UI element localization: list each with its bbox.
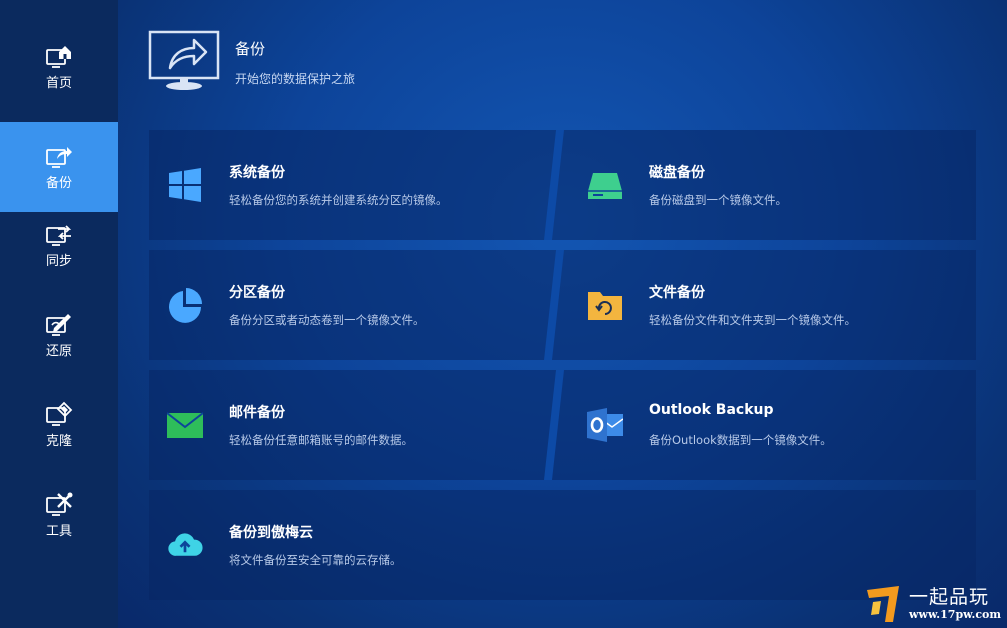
sidebar-item-restore[interactable]: 还原 <box>0 290 118 380</box>
backup-monitor-icon <box>46 147 72 168</box>
tile-title: Outlook Backup <box>649 402 774 418</box>
sidebar-item-backup[interactable]: 备份 <box>0 122 118 212</box>
sidebar-item-label: 同步 <box>45 254 72 269</box>
watermark-text: 一起品玩 <box>909 586 990 608</box>
sidebar-item-tools[interactable]: 工具 <box>0 470 118 560</box>
sidebar-item-clone[interactable]: 克隆 <box>0 380 118 470</box>
system-backup-tile[interactable]: 系统备份 轻松备份您的系统并创建系统分区的镜像。 <box>149 130 549 240</box>
tools-monitor-icon <box>46 492 73 516</box>
tile-description: 轻松备份文件和文件夹到一个镜像文件。 <box>649 313 856 327</box>
outlook-backup-tile[interactable]: Outlook Backup 备份Outlook数据到一个镜像文件。 <box>569 370 976 480</box>
tile-description: 备份分区或者动态卷到一个镜像文件。 <box>229 313 425 327</box>
windows-logo-icon <box>169 168 201 202</box>
tile-description: 备份Outlook数据到一个镜像文件。 <box>649 433 832 447</box>
watermark-logo-icon <box>867 586 899 622</box>
tile-description: 将文件备份至安全可靠的云存储。 <box>229 553 402 567</box>
sidebar-item-label: 首页 <box>45 76 72 91</box>
tile-title: 邮件备份 <box>229 405 285 421</box>
watermark-url: www.17pw.com <box>909 608 1001 621</box>
mail-backup-tile[interactable]: 邮件备份 轻松备份任意邮箱账号的邮件数据。 <box>149 370 549 480</box>
sidebar: 首页 备份 同步 还原 克隆 工具 <box>0 0 118 628</box>
page-title: 备份 <box>235 40 266 58</box>
sidebar-item-label: 工具 <box>45 524 72 539</box>
sidebar-item-label: 克隆 <box>45 434 72 449</box>
sidebar-item-home[interactable]: 首页 <box>0 22 118 112</box>
pie-chart-icon <box>169 288 202 323</box>
cloud-backup-tile[interactable]: 备份到傲梅云 将文件备份至安全可靠的云存储。 <box>149 490 976 600</box>
tile-title: 文件备份 <box>649 285 705 301</box>
sidebar-item-label: 备份 <box>45 176 72 191</box>
page-subtitle: 开始您的数据保护之旅 <box>235 72 356 86</box>
tile-description: 备份磁盘到一个镜像文件。 <box>649 193 787 207</box>
backup-row-4: 备份到傲梅云 将文件备份至安全可靠的云存储。 <box>149 490 976 600</box>
tile-title: 磁盘备份 <box>649 165 705 181</box>
sidebar-item-sync[interactable]: 同步 <box>0 200 118 290</box>
restore-monitor-icon <box>46 314 71 336</box>
cloud-upload-icon <box>168 533 203 556</box>
clone-monitor-icon <box>46 401 73 426</box>
backup-row-1: 系统备份 轻松备份您的系统并创建系统分区的镜像。 磁盘备份 备份磁盘到一个镜像文… <box>149 130 976 240</box>
app-window: 首页 备份 同步 还原 克隆 工具 备份 开始您的数据保护之旅 系统备份 轻松备… <box>0 0 1007 628</box>
monitor-share-arrow-icon <box>148 30 220 90</box>
folder-refresh-icon <box>588 292 622 320</box>
main-panel: 备份 开始您的数据保护之旅 系统备份 轻松备份您的系统并创建系统分区的镜像。 磁… <box>118 0 1007 628</box>
tile-description: 轻松备份您的系统并创建系统分区的镜像。 <box>229 193 448 207</box>
backup-row-2: 分区备份 备份分区或者动态卷到一个镜像文件。 文件备份 轻松备份文件和文件夹到一… <box>149 250 976 360</box>
tile-description: 轻松备份任意邮箱账号的邮件数据。 <box>229 433 413 447</box>
tile-title: 系统备份 <box>229 165 285 181</box>
outlook-icon <box>587 408 623 442</box>
tile-title: 备份到傲梅云 <box>229 525 313 541</box>
file-backup-tile[interactable]: 文件备份 轻松备份文件和文件夹到一个镜像文件。 <box>569 250 976 360</box>
partition-backup-tile[interactable]: 分区备份 备份分区或者动态卷到一个镜像文件。 <box>149 250 549 360</box>
site-watermark: 一起品玩 www.17pw.com <box>865 582 1001 626</box>
disk-backup-tile[interactable]: 磁盘备份 备份磁盘到一个镜像文件。 <box>569 130 976 240</box>
disk-drive-icon <box>588 173 622 199</box>
backup-row-3: 邮件备份 轻松备份任意邮箱账号的邮件数据。 Outlook Backup 备份O… <box>149 370 976 480</box>
tile-title: 分区备份 <box>229 285 285 301</box>
sidebar-item-label: 还原 <box>45 344 72 359</box>
home-monitor-icon <box>46 46 71 68</box>
mail-envelope-icon <box>167 412 203 438</box>
sync-icon <box>46 225 72 246</box>
